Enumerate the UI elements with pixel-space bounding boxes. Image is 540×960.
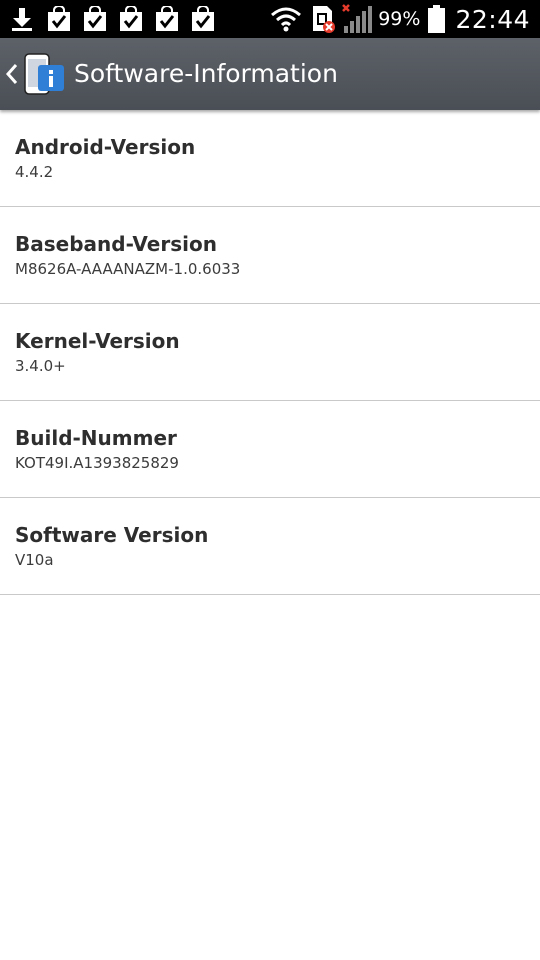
- battery-icon: [428, 5, 446, 33]
- status-bar: 99% 22:44: [0, 0, 540, 38]
- checkmark-bag-icon: [48, 6, 70, 31]
- checkmark-bag-icon: [192, 6, 214, 31]
- download-icon: [12, 8, 32, 31]
- wifi-icon: [271, 7, 302, 32]
- row-value: 3.4.0+: [15, 357, 66, 375]
- row-title: Software Version: [15, 523, 209, 547]
- list-item-kernel-version[interactable]: Kernel-Version 3.4.0+: [0, 304, 540, 401]
- row-title: Android-Version: [15, 135, 196, 159]
- row-value: V10a: [15, 551, 54, 569]
- checkmark-bag-icon: [120, 6, 142, 31]
- software-info-list: Android-Version 4.4.2 Baseband-Version M…: [0, 110, 540, 595]
- notification-area[interactable]: [10, 5, 226, 33]
- action-bar: Software-Information: [0, 38, 540, 110]
- list-item-android-version[interactable]: Android-Version 4.4.2: [0, 110, 540, 207]
- row-value: M8626A-AAAANAZM-1.0.6033: [15, 260, 241, 278]
- battery-percent: 99%: [378, 8, 421, 30]
- chevron-left-icon: [5, 64, 18, 84]
- list-item-software-version[interactable]: Software Version V10a: [0, 498, 540, 595]
- page-title: Software-Information: [74, 59, 338, 88]
- checkmark-bag-icon: [156, 6, 178, 31]
- list-item-build-number[interactable]: Build-Nummer KOT49I.A1393825829: [0, 401, 540, 498]
- no-signal-icon: [342, 4, 373, 33]
- list-item-baseband-version[interactable]: Baseband-Version M8626A-AAAANAZM-1.0.603…: [0, 207, 540, 304]
- system-status-area: 99% 22:44: [270, 0, 530, 38]
- row-title: Build-Nummer: [15, 426, 177, 450]
- row-value: KOT49I.A1393825829: [15, 454, 179, 472]
- back-button[interactable]: [0, 38, 68, 110]
- status-clock: 22:44: [455, 4, 530, 34]
- sim-error-icon: [313, 6, 336, 33]
- info-icon: [24, 53, 64, 95]
- row-title: Baseband-Version: [15, 232, 217, 256]
- checkmark-bag-icon: [84, 6, 106, 31]
- row-title: Kernel-Version: [15, 329, 180, 353]
- row-value: 4.4.2: [15, 163, 54, 181]
